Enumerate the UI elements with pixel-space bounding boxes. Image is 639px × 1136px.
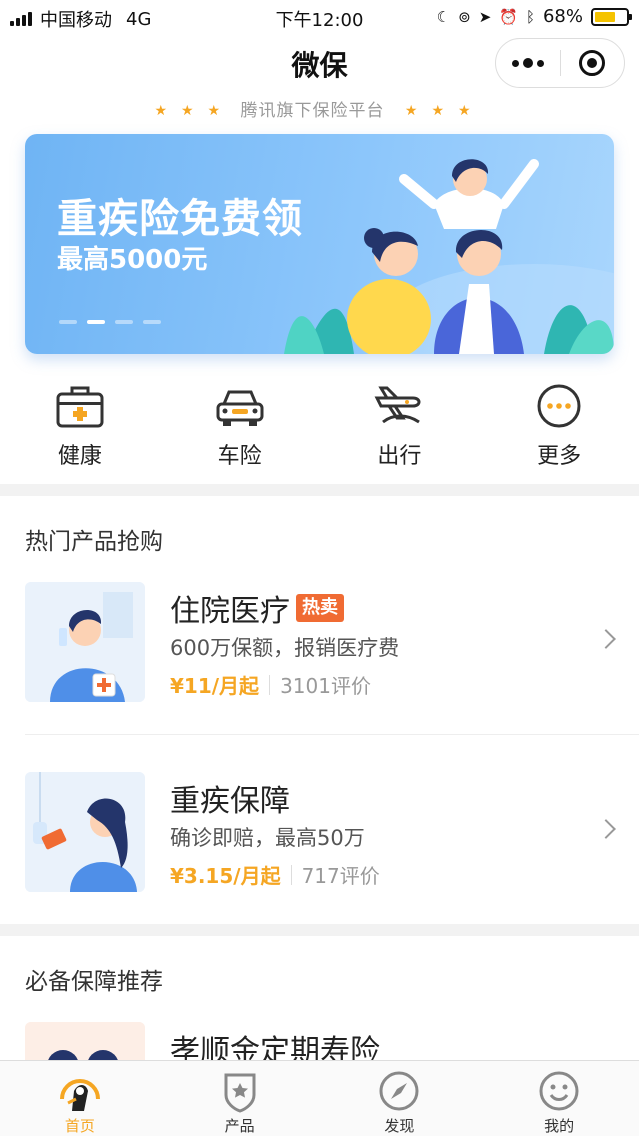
hot-badge: 热卖 bbox=[296, 594, 344, 622]
product-name: 住院医疗 热卖 bbox=[170, 586, 344, 630]
product-reviews: 3101评价 bbox=[280, 674, 371, 698]
tab-label: 首页 bbox=[64, 1117, 95, 1135]
product-meta: ¥3.15/月起 717评价 bbox=[170, 860, 380, 889]
carousel-dot bbox=[143, 320, 161, 324]
chevron-right-icon bbox=[596, 629, 616, 649]
product-description: 确诊即赔，最高50万 bbox=[170, 826, 365, 850]
category-label: 车险 bbox=[217, 444, 262, 469]
recommend-section-title: 必备保障推荐 bbox=[25, 969, 163, 995]
title-bar: 微保 bbox=[0, 34, 639, 90]
product-card-hospital[interactable]: 住院医疗 热卖 600万保额，报销医疗费 ¥11/月起 3101评价 bbox=[0, 582, 639, 708]
tab-discover[interactable]: 发现 bbox=[320, 1061, 480, 1136]
family-illustration bbox=[284, 159, 614, 354]
car-icon bbox=[216, 390, 264, 426]
section-divider bbox=[0, 484, 639, 496]
moon-icon: ☾ bbox=[436, 7, 451, 26]
tab-label: 我的 bbox=[544, 1117, 575, 1135]
tagline: ★★★ 腾讯旗下保险平台 ★★★ bbox=[0, 96, 639, 121]
medical-kit-icon bbox=[56, 386, 104, 428]
product-thumbnail bbox=[25, 772, 145, 892]
battery-percent: 68% bbox=[542, 6, 583, 27]
category-travel[interactable]: 出行 bbox=[320, 382, 480, 472]
category-label: 健康 bbox=[57, 444, 102, 469]
carousel-dot bbox=[59, 320, 77, 324]
tab-label: 发现 bbox=[384, 1117, 415, 1135]
tab-products[interactable]: 产品 bbox=[160, 1061, 320, 1136]
hot-section-title: 热门产品抢购 bbox=[25, 529, 163, 555]
carousel-dot bbox=[87, 320, 105, 324]
category-car[interactable]: 车险 bbox=[160, 382, 320, 472]
tab-label: 产品 bbox=[224, 1117, 255, 1135]
category-more[interactable]: 更多 bbox=[479, 382, 639, 472]
home-icon bbox=[59, 1079, 100, 1111]
compass-icon bbox=[379, 1071, 419, 1111]
smile-face-icon bbox=[539, 1071, 579, 1111]
row-divider bbox=[25, 734, 639, 735]
more-dots-icon bbox=[511, 58, 544, 68]
banner-title: 重疾险免费领 bbox=[57, 196, 303, 242]
category-label: 出行 bbox=[377, 444, 422, 469]
location-arrow-icon: ➤ bbox=[478, 7, 492, 26]
more-button[interactable] bbox=[496, 39, 560, 87]
more-circle-icon bbox=[537, 384, 581, 428]
product-shield-icon bbox=[224, 1073, 256, 1113]
category-label: 更多 bbox=[537, 444, 582, 469]
status-bar: 中国移动 4G 下午12:00 ☾ ⊚ ➤ ⏰ ᛒ 68% bbox=[0, 0, 639, 34]
plane-icon bbox=[374, 386, 421, 424]
miniprogram-capsule bbox=[495, 38, 625, 88]
product-reviews: 717评价 bbox=[301, 864, 380, 888]
product-thumbnail bbox=[25, 582, 145, 702]
product-price: ¥11/月起 bbox=[170, 674, 260, 698]
star-icon: ★★★ bbox=[404, 103, 485, 119]
target-icon bbox=[579, 50, 606, 76]
battery-icon bbox=[591, 7, 632, 26]
carousel-dot bbox=[115, 320, 133, 324]
bluetooth-icon: ᛒ bbox=[525, 7, 535, 26]
orientation-lock-icon: ⊚ bbox=[458, 7, 471, 26]
bottom-tab-bar: 首页 产品 发现 我的 bbox=[0, 1060, 639, 1136]
banner-subtitle: 最高5000元 bbox=[57, 245, 208, 275]
star-icon: ★★★ bbox=[154, 103, 235, 119]
category-health[interactable]: 健康 bbox=[0, 382, 160, 472]
alarm-icon: ⏰ bbox=[499, 7, 518, 26]
category-grid: 健康 车险 出行 更多 bbox=[0, 382, 639, 472]
tab-home[interactable]: 首页 bbox=[0, 1061, 160, 1136]
product-meta: ¥11/月起 3101评价 bbox=[170, 670, 371, 699]
promo-banner[interactable]: 重疾险免费领 最高5000元 bbox=[25, 134, 614, 354]
product-description: 600万保额，报销医疗费 bbox=[170, 636, 400, 660]
product-card-critical-illness[interactable]: 重疾保障 确诊即赔，最高50万 ¥3.15/月起 717评价 bbox=[0, 772, 639, 898]
close-miniprogram-button[interactable] bbox=[561, 39, 625, 87]
tab-mine[interactable]: 我的 bbox=[479, 1061, 639, 1136]
tagline-text: 腾讯旗下保险平台 bbox=[240, 101, 385, 121]
product-name: 重疾保障 bbox=[170, 784, 290, 819]
chevron-right-icon bbox=[596, 819, 616, 839]
carousel-indicator bbox=[59, 320, 161, 324]
section-divider bbox=[0, 924, 639, 936]
product-price: ¥3.15/月起 bbox=[170, 864, 281, 888]
